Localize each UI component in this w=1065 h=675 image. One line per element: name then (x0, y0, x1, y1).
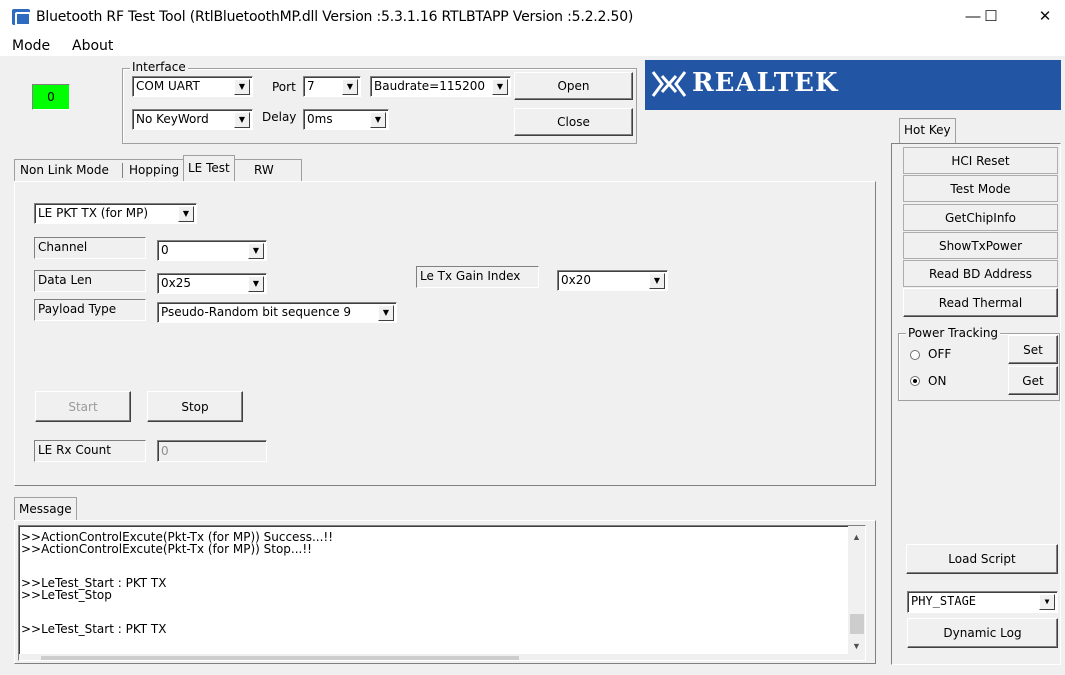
gain-index-select[interactable]: 0x20 ▼ (557, 270, 668, 291)
connection-select[interactable]: COM UART ▼ (132, 76, 253, 97)
gain-index-value: 0x20 (561, 273, 592, 287)
baudrate-value: Baudrate=115200 (374, 79, 486, 93)
port-label: Port (272, 80, 296, 94)
power-on-radio[interactable] (910, 376, 920, 386)
read-bd-address-button[interactable]: Read BD Address (903, 260, 1058, 287)
chevron-down-icon: ▼ (378, 305, 394, 321)
message-log[interactable]: >>ActionControlExcute(Pkt-Tx (for MP)) S… (18, 525, 866, 661)
payload-type-label: Payload Type (34, 299, 146, 321)
delay-select[interactable]: 0ms ▼ (303, 109, 389, 130)
show-tx-power-button[interactable]: ShowTxPower (903, 232, 1058, 259)
horizontal-scrollbar[interactable] (19, 654, 848, 660)
power-off-radio[interactable] (910, 350, 920, 360)
chevron-down-icon: ▼ (248, 276, 264, 292)
power-set-button[interactable]: Set (1008, 335, 1058, 364)
port-select[interactable]: 7 ▼ (303, 76, 361, 97)
tab-non-link-mode[interactable]: Non Link Mode (20, 163, 109, 177)
tab-le-test[interactable]: LE Test (183, 155, 235, 182)
chevron-down-icon: ▼ (234, 79, 250, 95)
connection-value: COM UART (136, 79, 200, 93)
scroll-up-icon[interactable]: ▲ (852, 532, 861, 542)
maximize-button[interactable]: ☐ (968, 0, 1014, 34)
chevron-down-icon: ▼ (492, 79, 508, 95)
dynamic-log-button[interactable]: Dynamic Log (907, 618, 1058, 648)
data-len-value: 0x25 (161, 276, 192, 290)
app-icon (12, 9, 31, 26)
tab-rw[interactable]: RW (254, 163, 274, 177)
start-button[interactable]: Start (35, 391, 131, 422)
load-script-button[interactable]: Load Script (906, 544, 1058, 574)
close-window-button[interactable]: ✕ (1022, 0, 1065, 34)
le-mode-select[interactable]: LE PKT TX (for MP) ▼ (34, 203, 197, 224)
chevron-down-icon: ▼ (649, 273, 665, 289)
tab-message[interactable]: Message (14, 497, 77, 521)
window-title: Bluetooth RF Test Tool (RtlBluetoothMP.d… (36, 9, 634, 25)
realtek-logo-text: REALTEK (692, 68, 839, 98)
delay-label: Delay (262, 110, 297, 124)
stop-button[interactable]: Stop (147, 391, 243, 422)
le-rx-count-label: LE Rx Count (34, 440, 146, 462)
scrollbar-thumb[interactable] (850, 614, 864, 634)
message-line: >>LeTest_Stop (21, 588, 112, 602)
message-line: >>ActionControlExcute(Pkt-Tx (for MP)) S… (21, 542, 312, 556)
scroll-down-icon[interactable]: ▼ (852, 641, 861, 651)
menu-bar (0, 34, 1065, 56)
interface-group-label: Interface (130, 60, 188, 74)
payload-type-value: Pseudo-Random bit sequence 9 (161, 305, 352, 319)
power-on-label: ON (928, 374, 947, 388)
channel-label: Channel (34, 237, 146, 259)
keyword-value: No KeyWord (136, 112, 209, 126)
open-button[interactable]: Open (514, 72, 633, 100)
get-chip-info-button[interactable]: GetChipInfo (903, 204, 1058, 231)
tab-hopping[interactable]: Hopping (129, 163, 179, 177)
delay-value: 0ms (307, 112, 333, 126)
scrollbar-thumb[interactable] (41, 656, 519, 660)
baudrate-select[interactable]: Baudrate=115200 ▼ (370, 76, 511, 97)
hci-reset-button[interactable]: HCI Reset (903, 147, 1058, 174)
data-len-label: Data Len (34, 270, 146, 292)
power-off-label: OFF (928, 347, 952, 361)
vertical-scrollbar[interactable]: ▲ ▼ (848, 526, 865, 660)
power-get-button[interactable]: Get (1008, 366, 1058, 395)
chevron-down-icon: ▼ (178, 206, 194, 222)
realtek-logo-icon (650, 66, 688, 102)
payload-type-select[interactable]: Pseudo-Random bit sequence 9 ▼ (157, 302, 397, 323)
channel-select[interactable]: 0 ▼ (157, 240, 267, 261)
close-button[interactable]: Close (514, 108, 633, 136)
chevron-down-icon: ▼ (1039, 594, 1055, 610)
chevron-down-icon: ▼ (370, 112, 386, 128)
status-indicator: 0 (32, 84, 70, 110)
channel-value: 0 (161, 243, 169, 257)
keyword-select[interactable]: No KeyWord ▼ (132, 109, 253, 130)
gain-index-label: Le Tx Gain Index (416, 266, 539, 288)
chevron-down-icon: ▼ (248, 243, 264, 259)
data-len-select[interactable]: 0x25 ▼ (157, 273, 267, 294)
message-line: >>LeTest_Start : PKT TX (21, 622, 167, 636)
le-mode-value: LE PKT TX (for MP) (38, 206, 149, 220)
test-mode-button[interactable]: Test Mode (903, 175, 1058, 202)
menu-mode[interactable]: Mode (12, 38, 50, 54)
stage-select[interactable]: PHY_STAGE ▼ (907, 591, 1058, 613)
le-rx-count-field[interactable]: 0 (157, 440, 267, 462)
stage-value: PHY_STAGE (911, 594, 977, 608)
tab-divider (122, 163, 123, 178)
read-thermal-button[interactable]: Read Thermal (903, 288, 1058, 317)
menu-about[interactable]: About (72, 38, 113, 54)
chevron-down-icon: ▼ (234, 112, 250, 128)
power-tracking-label: Power Tracking (906, 326, 1001, 340)
port-value: 7 (307, 79, 315, 93)
tab-hot-key[interactable]: Hot Key (899, 118, 956, 143)
chevron-down-icon: ▼ (342, 79, 358, 95)
